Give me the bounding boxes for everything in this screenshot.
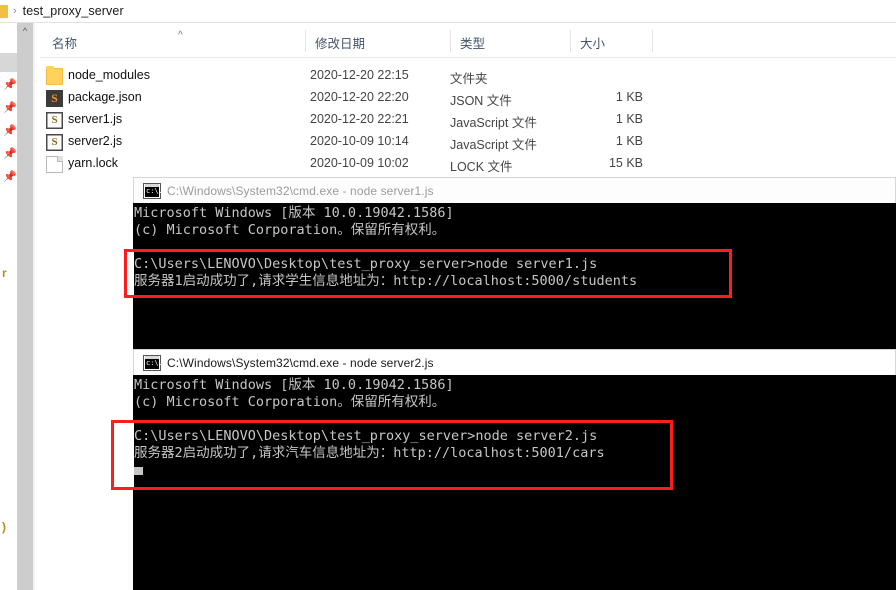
file-date: 2020-12-20 22:15 — [310, 68, 409, 82]
console-line-highlighted: C:\Users\LENOVO\Desktop\test_proxy_serve… — [134, 256, 598, 272]
console-line: (c) Microsoft Corporation。保留所有权利。 — [134, 394, 446, 410]
vertical-scrollbar[interactable] — [17, 23, 33, 590]
generic-file-icon — [46, 156, 63, 173]
cmd-title-bar[interactable]: c:\. C:\Windows\System32\cmd.exe - node … — [133, 349, 896, 375]
console-cursor-line — [134, 462, 605, 479]
scrollbar-edge — [33, 23, 35, 590]
console-line: Microsoft Windows [版本 10.0.19042.1586] — [134, 377, 454, 393]
text-cursor — [134, 467, 143, 475]
column-separator[interactable] — [652, 30, 653, 52]
breadcrumb-current-folder[interactable]: test_proxy_server — [23, 4, 124, 18]
file-size: 15 KB — [608, 156, 643, 170]
column-header-size[interactable]: 大小 — [580, 33, 605, 57]
window-left-gap-2 — [115, 421, 134, 490]
breadcrumb-folder-icon — [0, 4, 8, 18]
file-date: 2020-12-20 22:20 — [310, 90, 409, 104]
sublime-text-icon: S — [46, 90, 63, 107]
breadcrumb-divider — [0, 22, 896, 23]
pin-icon[interactable]: 📌 — [3, 101, 17, 115]
file-name[interactable]: server1.js — [68, 112, 122, 126]
cmd-window-server2[interactable]: c:\. C:\Windows\System32\cmd.exe - node … — [133, 349, 896, 590]
file-type: JavaScript 文件 — [450, 138, 537, 152]
javascript-icon: S — [46, 134, 63, 151]
cmd-icon: c:\. — [144, 355, 163, 370]
console-line-highlighted: C:\Users\LENOVO\Desktop\test_proxy_serve… — [134, 428, 598, 444]
cmd-title-bar[interactable]: c:\. C:\Windows\System32\cmd.exe - node … — [133, 177, 896, 203]
column-separator[interactable] — [305, 30, 306, 52]
file-name[interactable]: package.json — [68, 90, 142, 104]
column-header-type[interactable]: 类型 — [460, 33, 485, 57]
cmd-icon: c:\. — [144, 183, 163, 198]
cmd-icon-text: c:\. — [146, 186, 163, 195]
cmd-icon-text: c:\. — [146, 358, 163, 367]
javascript-icon: S — [46, 112, 63, 129]
column-separator[interactable] — [450, 30, 451, 52]
file-type: JavaScript 文件 — [450, 116, 537, 130]
breadcrumb-chevron-icon: › — [13, 4, 17, 17]
console-line-highlighted: 服务器1启动成功了,请求学生信息地址为：http://localhost:500… — [134, 273, 638, 289]
file-date: 2020-10-09 10:02 — [310, 156, 409, 170]
cmd-console-output[interactable]: Microsoft Windows [版本 10.0.19042.1586] (… — [133, 203, 896, 349]
pin-icon[interactable]: 📌 — [3, 147, 17, 161]
nav-truncated-label-bottom[interactable]: ) — [2, 520, 6, 534]
pin-icon[interactable]: 📌 — [3, 170, 17, 184]
scroll-up-icon[interactable]: ^ — [17, 23, 33, 39]
file-name[interactable]: yarn.lock — [68, 156, 118, 170]
file-type: JSON 文件 — [450, 94, 512, 108]
console-line-highlighted: 服务器2启动成功了,请求汽车信息地址为：http://localhost:500… — [134, 445, 605, 461]
file-type: 文件夹 — [450, 72, 488, 86]
folder-icon — [46, 66, 63, 85]
window-left-gap-1 — [127, 249, 134, 297]
cmd-console-output[interactable]: Microsoft Windows [版本 10.0.19042.1586] (… — [133, 375, 896, 590]
pin-icon[interactable]: 📌 — [3, 124, 17, 138]
cmd-title-text: C:\Windows\System32\cmd.exe - node serve… — [167, 183, 434, 198]
column-separator[interactable] — [570, 30, 571, 52]
header-divider — [40, 57, 896, 58]
console-line: (c) Microsoft Corporation。保留所有权利。 — [134, 222, 446, 238]
file-date: 2020-12-20 22:21 — [310, 112, 409, 126]
console-line: Microsoft Windows [版本 10.0.19042.1586] — [134, 205, 454, 221]
file-size: 1 KB — [615, 112, 643, 126]
sort-ascending-icon: ^ — [178, 30, 183, 41]
nav-truncated-label-top[interactable]: r — [2, 266, 7, 280]
cmd-title-text: C:\Windows\System32\cmd.exe - node serve… — [167, 355, 434, 370]
cmd-window-server1[interactable]: c:\. C:\Windows\System32\cmd.exe - node … — [133, 177, 896, 349]
breadcrumb-bar[interactable]: › test_proxy_server — [0, 0, 896, 22]
file-date: 2020-10-09 10:14 — [310, 134, 409, 148]
file-size: 1 KB — [615, 134, 643, 148]
file-size: 1 KB — [615, 90, 643, 104]
pin-icon[interactable]: 📌 — [3, 78, 17, 92]
file-type: LOCK 文件 — [450, 160, 513, 174]
file-name[interactable]: server2.js — [68, 134, 122, 148]
column-header-name[interactable]: 名称 — [52, 33, 77, 57]
file-name[interactable]: node_modules — [68, 68, 150, 82]
column-header-date[interactable]: 修改日期 — [315, 33, 365, 57]
